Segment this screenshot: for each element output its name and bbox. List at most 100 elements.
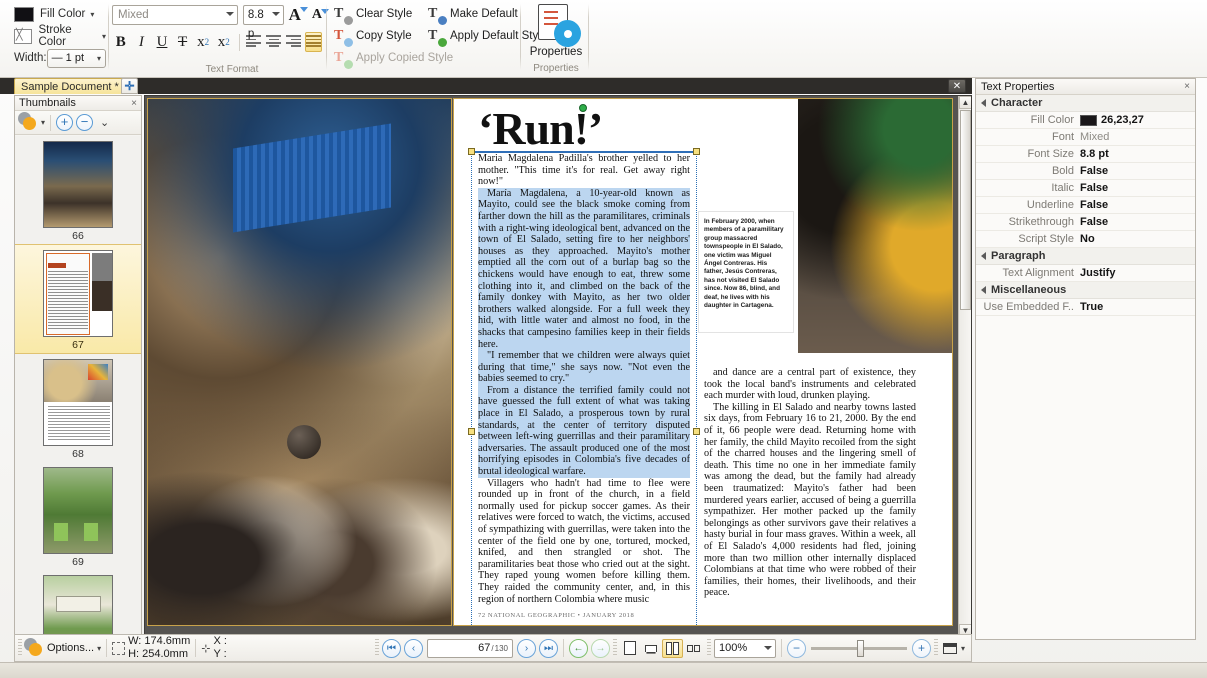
section-miscellaneous[interactable]: Miscellaneous xyxy=(976,282,1195,299)
stroke-color-swatch[interactable] xyxy=(14,28,33,44)
color-swatch[interactable] xyxy=(1080,114,1097,126)
property-row-text-alignment[interactable]: Text Alignment Justify xyxy=(976,265,1195,282)
inset-photo[interactable] xyxy=(798,99,952,353)
property-row-font[interactable]: Font Mixed xyxy=(976,129,1195,146)
toolbar-grip[interactable] xyxy=(18,639,22,657)
property-row-script-style[interactable]: Script Style No xyxy=(976,231,1195,248)
page-number-input[interactable]: 67 / 130 xyxy=(426,638,513,658)
article-column-right[interactable]: and dance are a central part of existenc… xyxy=(704,367,916,599)
chevron-double-down-icon[interactable]: ⌄ xyxy=(100,116,109,129)
properties-group-label: Properties xyxy=(533,63,579,74)
thumbnail-item[interactable]: 69 xyxy=(15,462,141,570)
new-tab-button[interactable]: ✛ xyxy=(121,78,138,94)
resize-handle-w[interactable] xyxy=(468,428,475,435)
stroke-width-control[interactable]: Width: — 1 pt ▾ xyxy=(14,48,106,68)
section-character[interactable]: Character xyxy=(976,95,1195,112)
tab-sample-document[interactable]: Sample Document * × xyxy=(14,78,136,94)
property-row-font-size[interactable]: Font Size 8.8 pt xyxy=(976,146,1195,163)
toolbar-grip[interactable] xyxy=(706,639,711,657)
last-page-button[interactable]: ⏭ xyxy=(538,638,558,658)
property-row-bold[interactable]: Bold False xyxy=(976,163,1195,180)
toolbar-grip[interactable] xyxy=(612,639,617,657)
section-label: Paragraph xyxy=(991,250,1046,262)
toolbar-grip[interactable] xyxy=(933,639,938,657)
next-page-button[interactable]: › xyxy=(516,638,536,658)
font-size-dropdown[interactable]: 8.8 p xyxy=(242,5,284,40)
bold-button[interactable]: B xyxy=(112,31,130,53)
thumbnail-item[interactable]: 66 xyxy=(15,136,141,244)
chevron-down-icon[interactable]: ▾ xyxy=(41,118,45,127)
view-facing-pages-button[interactable] xyxy=(661,638,683,658)
zoom-out-button[interactable]: − xyxy=(76,114,94,131)
subscript-button[interactable]: x2 xyxy=(194,31,212,53)
italic-button[interactable]: I xyxy=(133,31,151,53)
fit-page-icon[interactable] xyxy=(942,642,957,654)
resize-handle-ne[interactable] xyxy=(693,148,700,155)
close-document-button[interactable]: ✕ xyxy=(948,79,966,93)
chevron-down-icon[interactable]: ▾ xyxy=(97,644,101,653)
underline-button[interactable]: U xyxy=(153,31,171,53)
document-tab-bar: Sample Document * × ✛ xyxy=(0,78,972,94)
single-page-icon xyxy=(624,641,637,655)
align-right-button[interactable] xyxy=(285,32,302,52)
property-row-underline[interactable]: Underline False xyxy=(976,197,1195,214)
toolbar-grip[interactable] xyxy=(374,639,379,657)
page-left-photo[interactable] xyxy=(147,98,452,626)
section-paragraph[interactable]: Paragraph xyxy=(976,248,1195,265)
fill-color-swatch[interactable] xyxy=(14,6,34,22)
align-justify-button[interactable] xyxy=(304,32,322,52)
property-value[interactable]: 26,23,27 xyxy=(1080,114,1195,126)
navigate-forward-button[interactable]: → xyxy=(590,638,610,658)
vertical-scroll-thumb[interactable] xyxy=(960,110,971,310)
strikethrough-button[interactable]: T xyxy=(174,31,192,53)
font-family-dropdown[interactable]: Mixed xyxy=(112,5,238,25)
zoom-slider-knob[interactable] xyxy=(856,639,864,657)
zoom-in-button[interactable]: + xyxy=(56,114,74,131)
properties-button[interactable]: Properties xyxy=(528,4,584,58)
chevron-down-icon[interactable]: ▾ xyxy=(102,32,106,41)
options-button[interactable]: Options... ▾ xyxy=(25,639,101,657)
view-facing-continuous-button[interactable] xyxy=(683,639,704,658)
first-page-button[interactable]: ⏮ xyxy=(381,638,401,658)
align-center-button[interactable] xyxy=(265,32,282,52)
document-viewport[interactable]: ‘Run!’ Maria Magdalena Padilla's brother… xyxy=(144,95,972,651)
property-row-use-embedded-font[interactable]: Use Embedded F.. True xyxy=(976,299,1195,316)
zoom-level-dropdown[interactable]: 100% xyxy=(713,638,776,658)
grow-font-button[interactable]: A xyxy=(289,5,308,25)
paragraph: María Magdalena, a 10-year-old known as … xyxy=(478,187,690,351)
vertical-scrollbar[interactable]: ▲ ▼ xyxy=(958,96,971,637)
thumbnail-list[interactable]: 66 67 68 69 xyxy=(15,136,141,650)
scroll-up-button[interactable]: ▲ xyxy=(959,96,971,109)
zoom-in-button[interactable]: + xyxy=(911,638,931,658)
navigate-back-button[interactable]: ← xyxy=(568,638,588,658)
position-x: X : xyxy=(213,635,227,647)
thumbnail-item-selected[interactable]: 67 xyxy=(15,244,141,354)
zoom-slider[interactable] xyxy=(810,639,907,657)
chevron-down-icon[interactable]: ▾ xyxy=(90,10,94,19)
close-icon[interactable]: × xyxy=(1184,81,1190,92)
view-single-page-button[interactable] xyxy=(620,639,641,658)
resize-handle-e[interactable] xyxy=(693,428,700,435)
stroke-color-control[interactable]: Stroke Color ▾ xyxy=(14,24,106,48)
thumbnail-item[interactable]: 68 xyxy=(15,354,141,462)
property-row-strikethrough[interactable]: Strikethrough False xyxy=(976,214,1195,231)
fill-color-control[interactable]: Fill Color ▾ xyxy=(14,4,106,24)
stroke-width-value: — 1 pt xyxy=(51,52,84,64)
rotate-handle[interactable] xyxy=(579,104,587,112)
superscript-button[interactable]: x2 xyxy=(215,31,233,53)
article-column-left[interactable]: Maria Magdalena Padilla's brother yelled… xyxy=(478,153,690,605)
zoom-out-button[interactable]: − xyxy=(786,638,806,658)
close-icon[interactable]: × xyxy=(131,98,137,109)
chevron-down-icon[interactable]: ▾ xyxy=(961,644,965,653)
previous-page-button[interactable]: ‹ xyxy=(403,638,423,658)
view-continuous-button[interactable] xyxy=(641,639,662,658)
gear-icon[interactable] xyxy=(19,114,38,131)
property-value: False xyxy=(1080,165,1109,177)
page-right-text[interactable]: ‘Run!’ Maria Magdalena Padilla's brother… xyxy=(453,98,953,626)
property-row-italic[interactable]: Italic False xyxy=(976,180,1195,197)
shrink-font-button[interactable]: A xyxy=(312,7,329,23)
stroke-width-dropdown[interactable]: — 1 pt ▾ xyxy=(46,48,106,68)
photo-caption-box[interactable]: In February 2000, when members of a para… xyxy=(698,211,794,333)
resize-handle-nw[interactable] xyxy=(468,148,475,155)
property-row-fill-color[interactable]: Fill Color 26,23,27 xyxy=(976,112,1195,129)
